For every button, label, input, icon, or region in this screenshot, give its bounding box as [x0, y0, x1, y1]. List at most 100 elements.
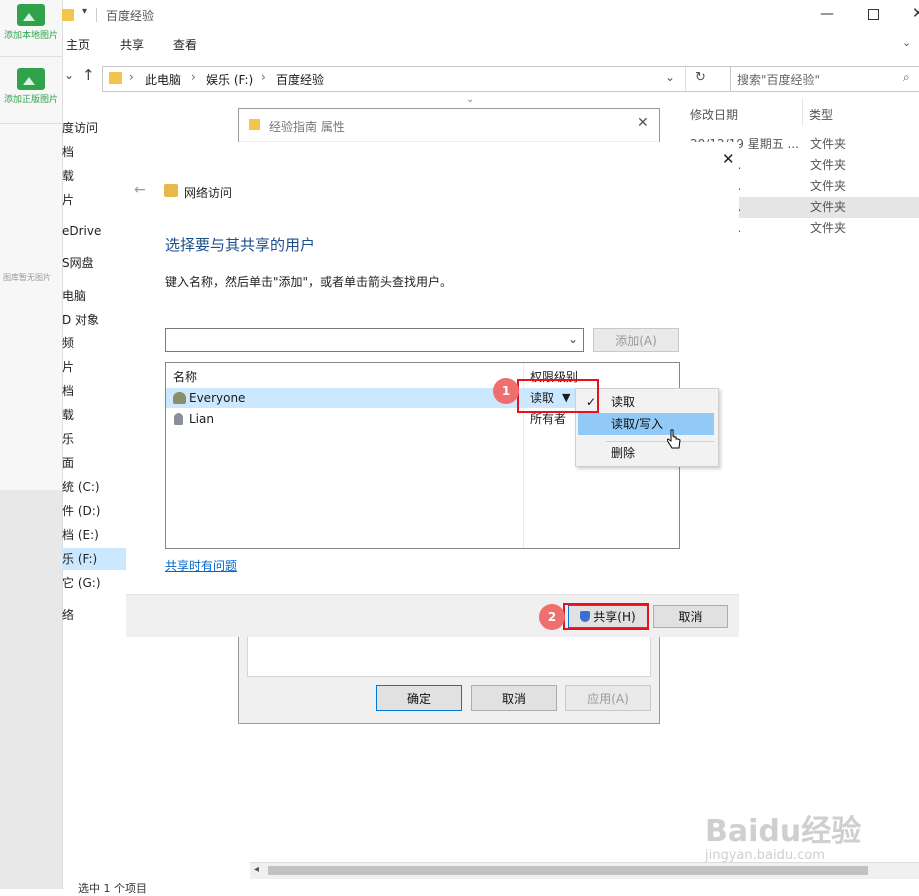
back-arrow-icon[interactable]: ←	[134, 182, 146, 198]
nav-item[interactable]: 频	[62, 332, 126, 354]
menu-item-label: 读取/写入	[611, 417, 664, 431]
strip-divider	[0, 56, 62, 57]
nav-item[interactable]: 片	[62, 189, 126, 211]
add-button[interactable]: 添加(A)	[593, 328, 679, 352]
combobox-chevron-icon[interactable]: ⌄	[568, 332, 578, 346]
quick-access-dropdown-icon[interactable]: ▾	[82, 6, 87, 17]
column-header-modified[interactable]: 修改日期	[690, 106, 738, 123]
annotation-box-permission	[517, 379, 599, 413]
nav-item[interactable]: 电脑	[62, 285, 126, 307]
share-close-icon[interactable]: ✕	[722, 150, 735, 168]
user-name: Everyone	[189, 391, 246, 405]
menu-item-label: 读取	[611, 395, 636, 409]
folder-icon	[249, 119, 260, 130]
nav-item[interactable]: 档	[62, 141, 126, 163]
address-dropdown-icon[interactable]: ⌄	[665, 70, 675, 84]
search-placeholder: 搜索"百度经验"	[737, 73, 821, 87]
nav-item[interactable]: 档	[62, 380, 126, 402]
add-local-image-button[interactable]: 添加本地图片	[0, 0, 62, 41]
explorer-titlebar: ▾ 百度经验 — ✕	[62, 0, 919, 32]
tab-view[interactable]: 查看	[173, 36, 197, 53]
user-name-combobox[interactable]: ⌄	[165, 328, 584, 352]
strip-gray-area	[0, 490, 62, 889]
nav-item[interactable]: D 对象	[62, 309, 126, 331]
row-type: 文件夹	[810, 200, 847, 214]
gallery-empty-text: 图库暂无图片	[3, 273, 51, 282]
properties-title: 经验指南 属性	[269, 120, 345, 134]
nav-item[interactable]: 它 (G:)	[62, 572, 126, 594]
annotation-badge-1: 1	[493, 378, 519, 404]
breadcrumb-this-pc[interactable]: 此电脑	[145, 71, 181, 88]
nav-item[interactable]: S网盘	[62, 252, 126, 274]
column-header-name: 名称	[173, 370, 198, 384]
share-cancel-button[interactable]: 取消	[653, 605, 728, 628]
folder-icon	[62, 9, 74, 21]
horizontal-scrollbar[interactable]: ◂	[250, 862, 919, 879]
column-header-type[interactable]: 类型	[809, 106, 833, 123]
maximize-button[interactable]	[868, 9, 879, 20]
share-help-link[interactable]: 共享时有问题	[165, 557, 237, 574]
close-window-button[interactable]: ✕	[912, 4, 919, 22]
status-text: 选中 1 个项目	[78, 882, 147, 895]
mouse-cursor-icon	[667, 429, 681, 449]
tab-share[interactable]: 共享	[120, 36, 144, 53]
nav-item[interactable]: 片	[62, 356, 126, 378]
scroll-left-icon[interactable]: ◂	[254, 864, 259, 875]
search-icon[interactable]: ⌕	[903, 70, 910, 85]
search-input[interactable]: 搜索"百度经验" ⌕	[730, 66, 919, 92]
breadcrumb-folder[interactable]: 百度经验	[276, 71, 324, 88]
minimize-button[interactable]: —	[820, 6, 834, 22]
nav-item[interactable]: 件 (D:)	[62, 500, 126, 522]
nav-item[interactable]: 载	[62, 404, 126, 426]
refresh-icon[interactable]: ↻	[695, 70, 706, 85]
user-icon	[174, 413, 183, 425]
group-icon	[173, 392, 186, 404]
nav-item[interactable]: 乐	[62, 428, 126, 450]
menu-item-remove[interactable]: 删除	[578, 442, 714, 464]
add-stock-image-button[interactable]: 添加正版图片	[0, 64, 62, 105]
address-bar-row: ⌄ ↑ › 此电脑 › 娱乐 (F:) › 百度经验 ⌄ ↻ 搜索"百度经验" …	[62, 60, 919, 105]
apply-button[interactable]: 应用(A)	[565, 685, 651, 711]
image-stock-icon	[17, 68, 45, 90]
row-type: 文件夹	[810, 179, 847, 193]
breadcrumb-drive-f[interactable]: 娱乐 (F:)	[206, 71, 253, 88]
share-instruction: 键入名称，然后单击"添加"，或者单击箭头查找用户。	[165, 275, 453, 289]
nav-item[interactable]: 载	[62, 165, 126, 187]
nav-item[interactable]: 乐 (F:)	[62, 548, 126, 570]
row-type: 文件夹	[810, 158, 847, 172]
row-type: 文件夹	[810, 221, 847, 235]
breadcrumb-separator-icon: ›	[129, 70, 134, 84]
nav-item[interactable]: 度访问	[62, 117, 126, 139]
tab-home[interactable]: 主页	[66, 36, 90, 53]
scrollbar-thumb[interactable]	[268, 866, 868, 875]
add-local-image-label: 添加本地图片	[3, 31, 58, 41]
share-header-title: 网络访问	[184, 186, 233, 200]
nav-item[interactable]: 档 (E:)	[62, 524, 126, 546]
recent-locations-icon[interactable]: ⌄	[64, 68, 74, 82]
network-users-icon	[164, 184, 178, 197]
nav-item[interactable]: eDrive	[62, 220, 126, 242]
properties-cancel-button[interactable]: 取消	[471, 685, 557, 711]
share-heading: 选择要与其共享的用户	[165, 236, 316, 254]
address-divider	[685, 67, 686, 91]
collapse-chevron-icon: ⌄	[466, 94, 475, 105]
ribbon-expand-icon[interactable]: ⌄	[902, 36, 911, 49]
nav-item[interactable]: 统 (C:)	[62, 476, 126, 498]
properties-close-icon[interactable]: ✕	[637, 115, 649, 131]
add-stock-image-label: 添加正版图片	[3, 95, 58, 105]
address-field[interactable]: › 此电脑 › 娱乐 (F:) › 百度经验 ⌄ ↻	[102, 66, 742, 92]
column-divider[interactable]	[802, 98, 803, 126]
title-divider	[96, 8, 97, 22]
breadcrumb-separator-icon: ›	[191, 70, 196, 84]
window-title: 百度经验	[106, 9, 155, 23]
nav-item[interactable]: 络	[62, 604, 126, 626]
navigation-pane: 度访问档载片 eDrive S网盘 电脑 D 对象频片档载乐面统 (C:) 件 (D:) 档…	[62, 112, 126, 632]
image-add-icon	[17, 4, 45, 26]
menu-item-read-write[interactable]: 读取/写入	[578, 413, 714, 435]
breadcrumb-separator-icon: ›	[261, 70, 266, 84]
nav-item[interactable]: 面	[62, 452, 126, 474]
watermark-logo: Baidu经验	[705, 814, 862, 849]
up-arrow-icon[interactable]: ↑	[82, 66, 95, 84]
ribbon: 主页 共享 查看 ⌄	[62, 32, 919, 58]
ok-button[interactable]: 确定	[376, 685, 462, 711]
